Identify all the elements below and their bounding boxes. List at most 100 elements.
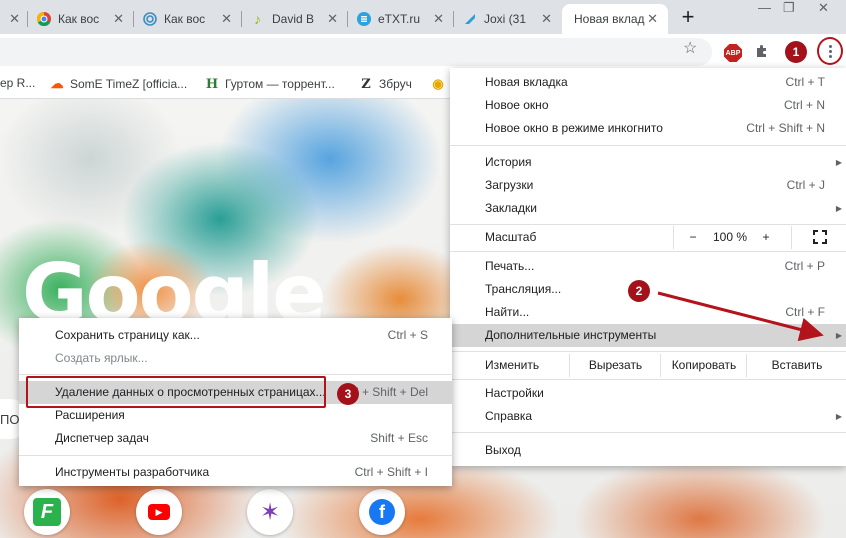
music-note-icon: ♪ (254, 11, 261, 27)
tab-strip: ✕ Как вос ✕ Как вос ✕ ♪ David B ✕ eTXT.r… (0, 0, 846, 34)
submenu-arrow-icon: ▶ (835, 158, 842, 167)
menu-more-tools[interactable]: Дополнительные инструменты ▶ (450, 324, 846, 347)
bookmark-label: ep R... (0, 76, 36, 90)
bookmark-item[interactable]: ◉ (430, 76, 446, 92)
menu-divider (19, 455, 452, 456)
shortcut-facebook[interactable]: f (359, 489, 405, 535)
tab-partial[interactable]: ✕ (0, 4, 28, 34)
feedly-icon: F (33, 498, 61, 526)
new-tab-button[interactable]: + (676, 6, 700, 29)
menu-divider (450, 145, 846, 146)
youtube-icon: ▶ (148, 504, 170, 520)
submenu-task-manager[interactable]: Диспетчер задач Shift + Esc (19, 427, 452, 450)
menu-incognito[interactable]: Новое окно в режиме инкогнито Ctrl + Shi… (450, 117, 846, 140)
bookmark-item[interactable]: ☁ SomE TimeZ [officia... (49, 76, 188, 92)
menu-divider (450, 251, 846, 252)
zoom-in-button[interactable]: + (749, 226, 783, 249)
tab-new-tab-active[interactable]: Новая вклад ✕ (562, 4, 668, 34)
zoom-value: 100 % (712, 230, 748, 244)
tab-title: Как вос (58, 12, 100, 26)
adblock-icon[interactable]: ABP (724, 44, 742, 62)
submenu-arrow-icon: ▶ (835, 412, 842, 421)
toolbar: ☆ ABP (0, 34, 846, 70)
tab-title: Как вос (164, 12, 206, 26)
fullscreen-button[interactable] (791, 226, 846, 249)
copy-button[interactable]: Копировать (660, 354, 747, 377)
tab-3[interactable]: ♪ David B ✕ (242, 4, 348, 34)
menu-bookmarks[interactable]: Закладки ▶ (450, 197, 846, 220)
menu-new-window[interactable]: Новое окно Ctrl + N (450, 94, 846, 117)
close-tab-icon[interactable]: ✕ (647, 12, 658, 26)
bookmark-item[interactable]: H Гуртом — торрент... (204, 76, 335, 92)
zbruch-icon: Z (361, 76, 371, 92)
spiral-icon (142, 12, 157, 27)
joxi-icon (462, 12, 477, 27)
close-tab-icon[interactable]: ✕ (221, 12, 232, 26)
address-bar[interactable] (0, 38, 712, 66)
annotation-badge-2: 2 (628, 280, 650, 302)
menu-divider (450, 432, 846, 433)
menu-find[interactable]: Найти... Ctrl + F (450, 301, 846, 324)
tab-2[interactable]: Как вос ✕ (134, 4, 242, 34)
tab-5[interactable]: Joxi (31 ✕ (454, 4, 562, 34)
menu-zoom-row: Масштаб − 100 % + (450, 226, 846, 249)
close-tab-icon[interactable]: ✕ (433, 12, 444, 26)
menu-help[interactable]: Справка ▶ (450, 405, 846, 428)
tab-1[interactable]: Как вос ✕ (28, 4, 134, 34)
chrome-menu-button[interactable] (817, 37, 843, 65)
bookmark-item[interactable]: ep R... (0, 76, 35, 90)
menu-divider (450, 379, 846, 380)
submenu-arrow-icon: ▶ (835, 331, 842, 340)
extensions-puzzle-icon[interactable] (754, 43, 770, 63)
menu-new-tab[interactable]: Новая вкладка Ctrl + T (450, 71, 846, 94)
annotation-badge-1: 1 (785, 41, 807, 63)
fullscreen-icon (812, 230, 827, 244)
bookmark-item[interactable]: Z Збруч (358, 76, 412, 92)
close-window-icon[interactable]: ✕ (818, 0, 832, 18)
bookmark-label: Збруч (379, 77, 412, 91)
tab-title: Joxi (31 (484, 12, 527, 26)
close-tab-icon[interactable]: ✕ (541, 12, 552, 26)
bookmark-label: Гуртом — торрент... (225, 77, 335, 91)
colorful-star-icon: ✶ (259, 498, 281, 526)
star-icon[interactable]: ☆ (683, 38, 697, 58)
submenu-save-page[interactable]: Сохранить страницу как... Ctrl + S (19, 324, 452, 347)
cut-button[interactable]: Вырезать (569, 354, 661, 377)
submenu-devtools[interactable]: Инструменты разработчика Ctrl + Shift + … (19, 461, 452, 484)
menu-edit-row: Изменить Вырезать Копировать Вставить (450, 354, 846, 377)
close-tab-icon[interactable]: ✕ (113, 12, 124, 26)
chrome-icon (36, 12, 51, 27)
bookmark-label: SomE TimeZ [officia... (70, 77, 188, 91)
menu-divider (450, 224, 846, 225)
edit-label: Изменить (485, 358, 540, 372)
tab-4[interactable]: eTXT.ru ✕ (348, 4, 454, 34)
paste-button[interactable]: Вставить (746, 354, 846, 377)
annotation-highlight-box (26, 376, 326, 408)
shortcut-feedly[interactable]: F (24, 489, 70, 535)
menu-history[interactable]: История ▶ (450, 151, 846, 174)
submenu-arrow-icon: ▶ (835, 204, 842, 213)
submenu-create-shortcut[interactable]: Создать ярлык... (19, 347, 452, 370)
chrome-main-menu: Новая вкладка Ctrl + T Новое окно Ctrl +… (450, 68, 846, 466)
close-tab-icon[interactable]: ✕ (9, 12, 20, 26)
minimize-icon[interactable]: — (758, 0, 772, 18)
shortcut-star[interactable]: ✶ (247, 489, 293, 535)
facebook-icon: f (369, 499, 395, 525)
shortcut-youtube[interactable]: ▶ (136, 489, 182, 535)
menu-divider (450, 351, 846, 352)
restore-icon[interactable]: ❐ (783, 0, 797, 18)
menu-settings[interactable]: Настройки (450, 382, 846, 405)
menu-print[interactable]: Печать... Ctrl + P (450, 255, 846, 278)
tab-title: Новая вклад (574, 12, 645, 26)
tab-title: David B (272, 12, 315, 26)
hurtom-icon: H (205, 76, 219, 92)
zoom-out-button[interactable]: − (673, 226, 712, 249)
menu-downloads[interactable]: Загрузки Ctrl + J (450, 174, 846, 197)
tab-title: eTXT.ru (378, 12, 421, 26)
coin-icon: ◉ (432, 76, 444, 91)
annotation-badge-3: 3 (337, 383, 359, 405)
menu-exit[interactable]: Выход (450, 439, 846, 462)
etxt-icon (356, 12, 371, 27)
close-tab-icon[interactable]: ✕ (327, 12, 338, 26)
zoom-label: Масштаб (485, 230, 537, 244)
